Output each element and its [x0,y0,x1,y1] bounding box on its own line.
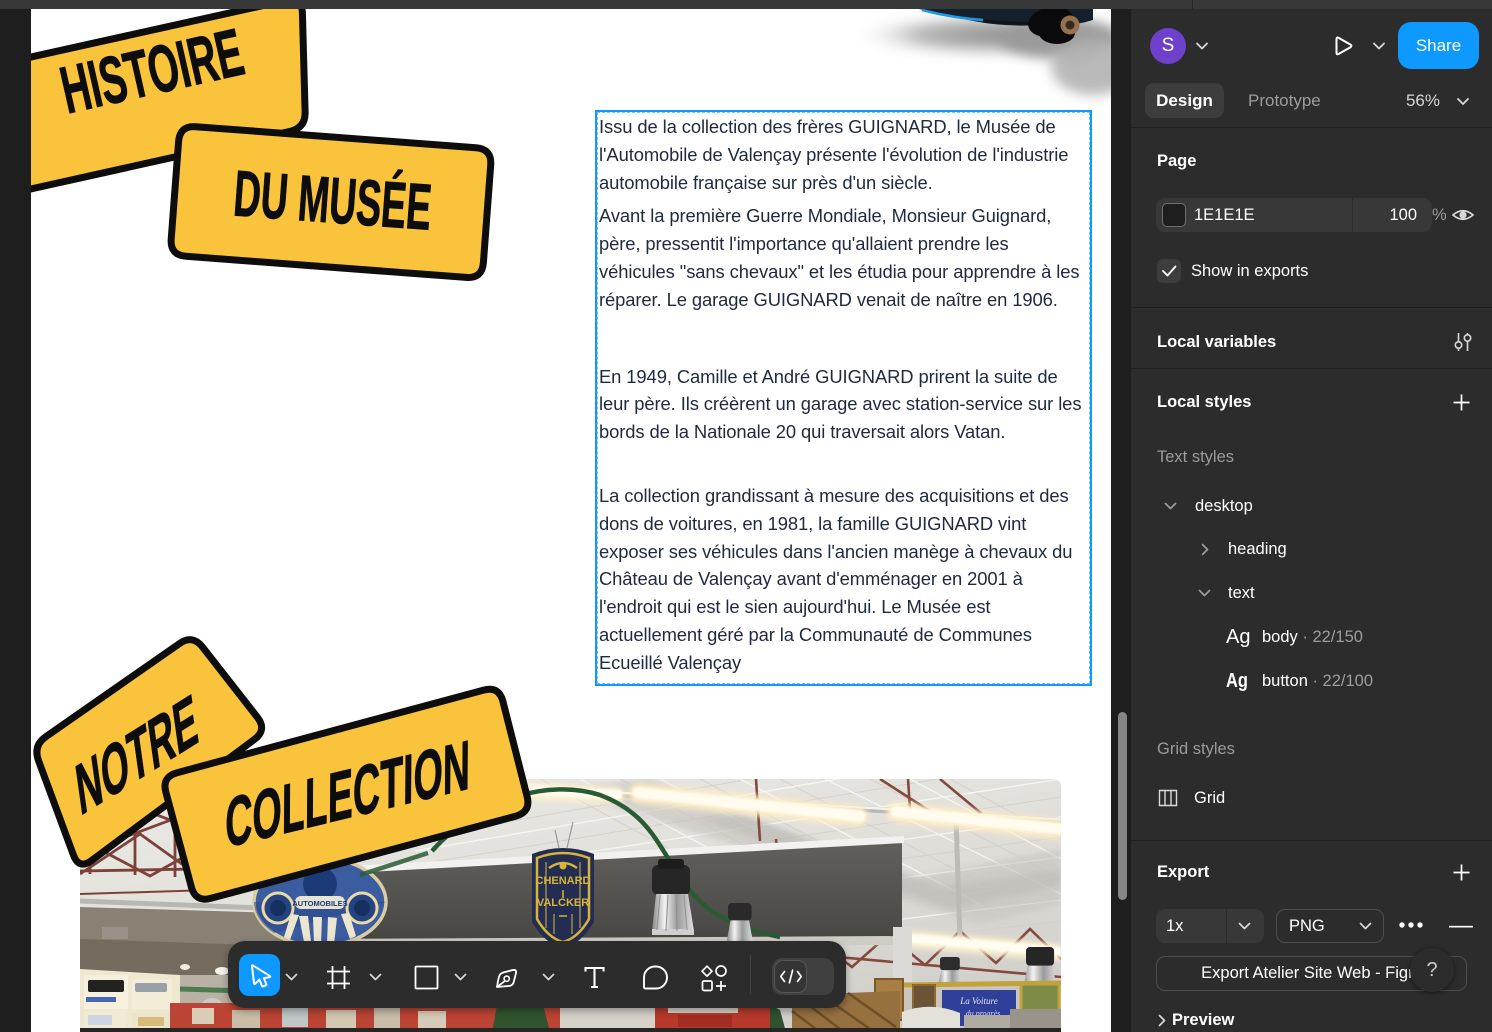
svg-text:DU MUSÉE: DU MUSÉE [231,157,434,245]
